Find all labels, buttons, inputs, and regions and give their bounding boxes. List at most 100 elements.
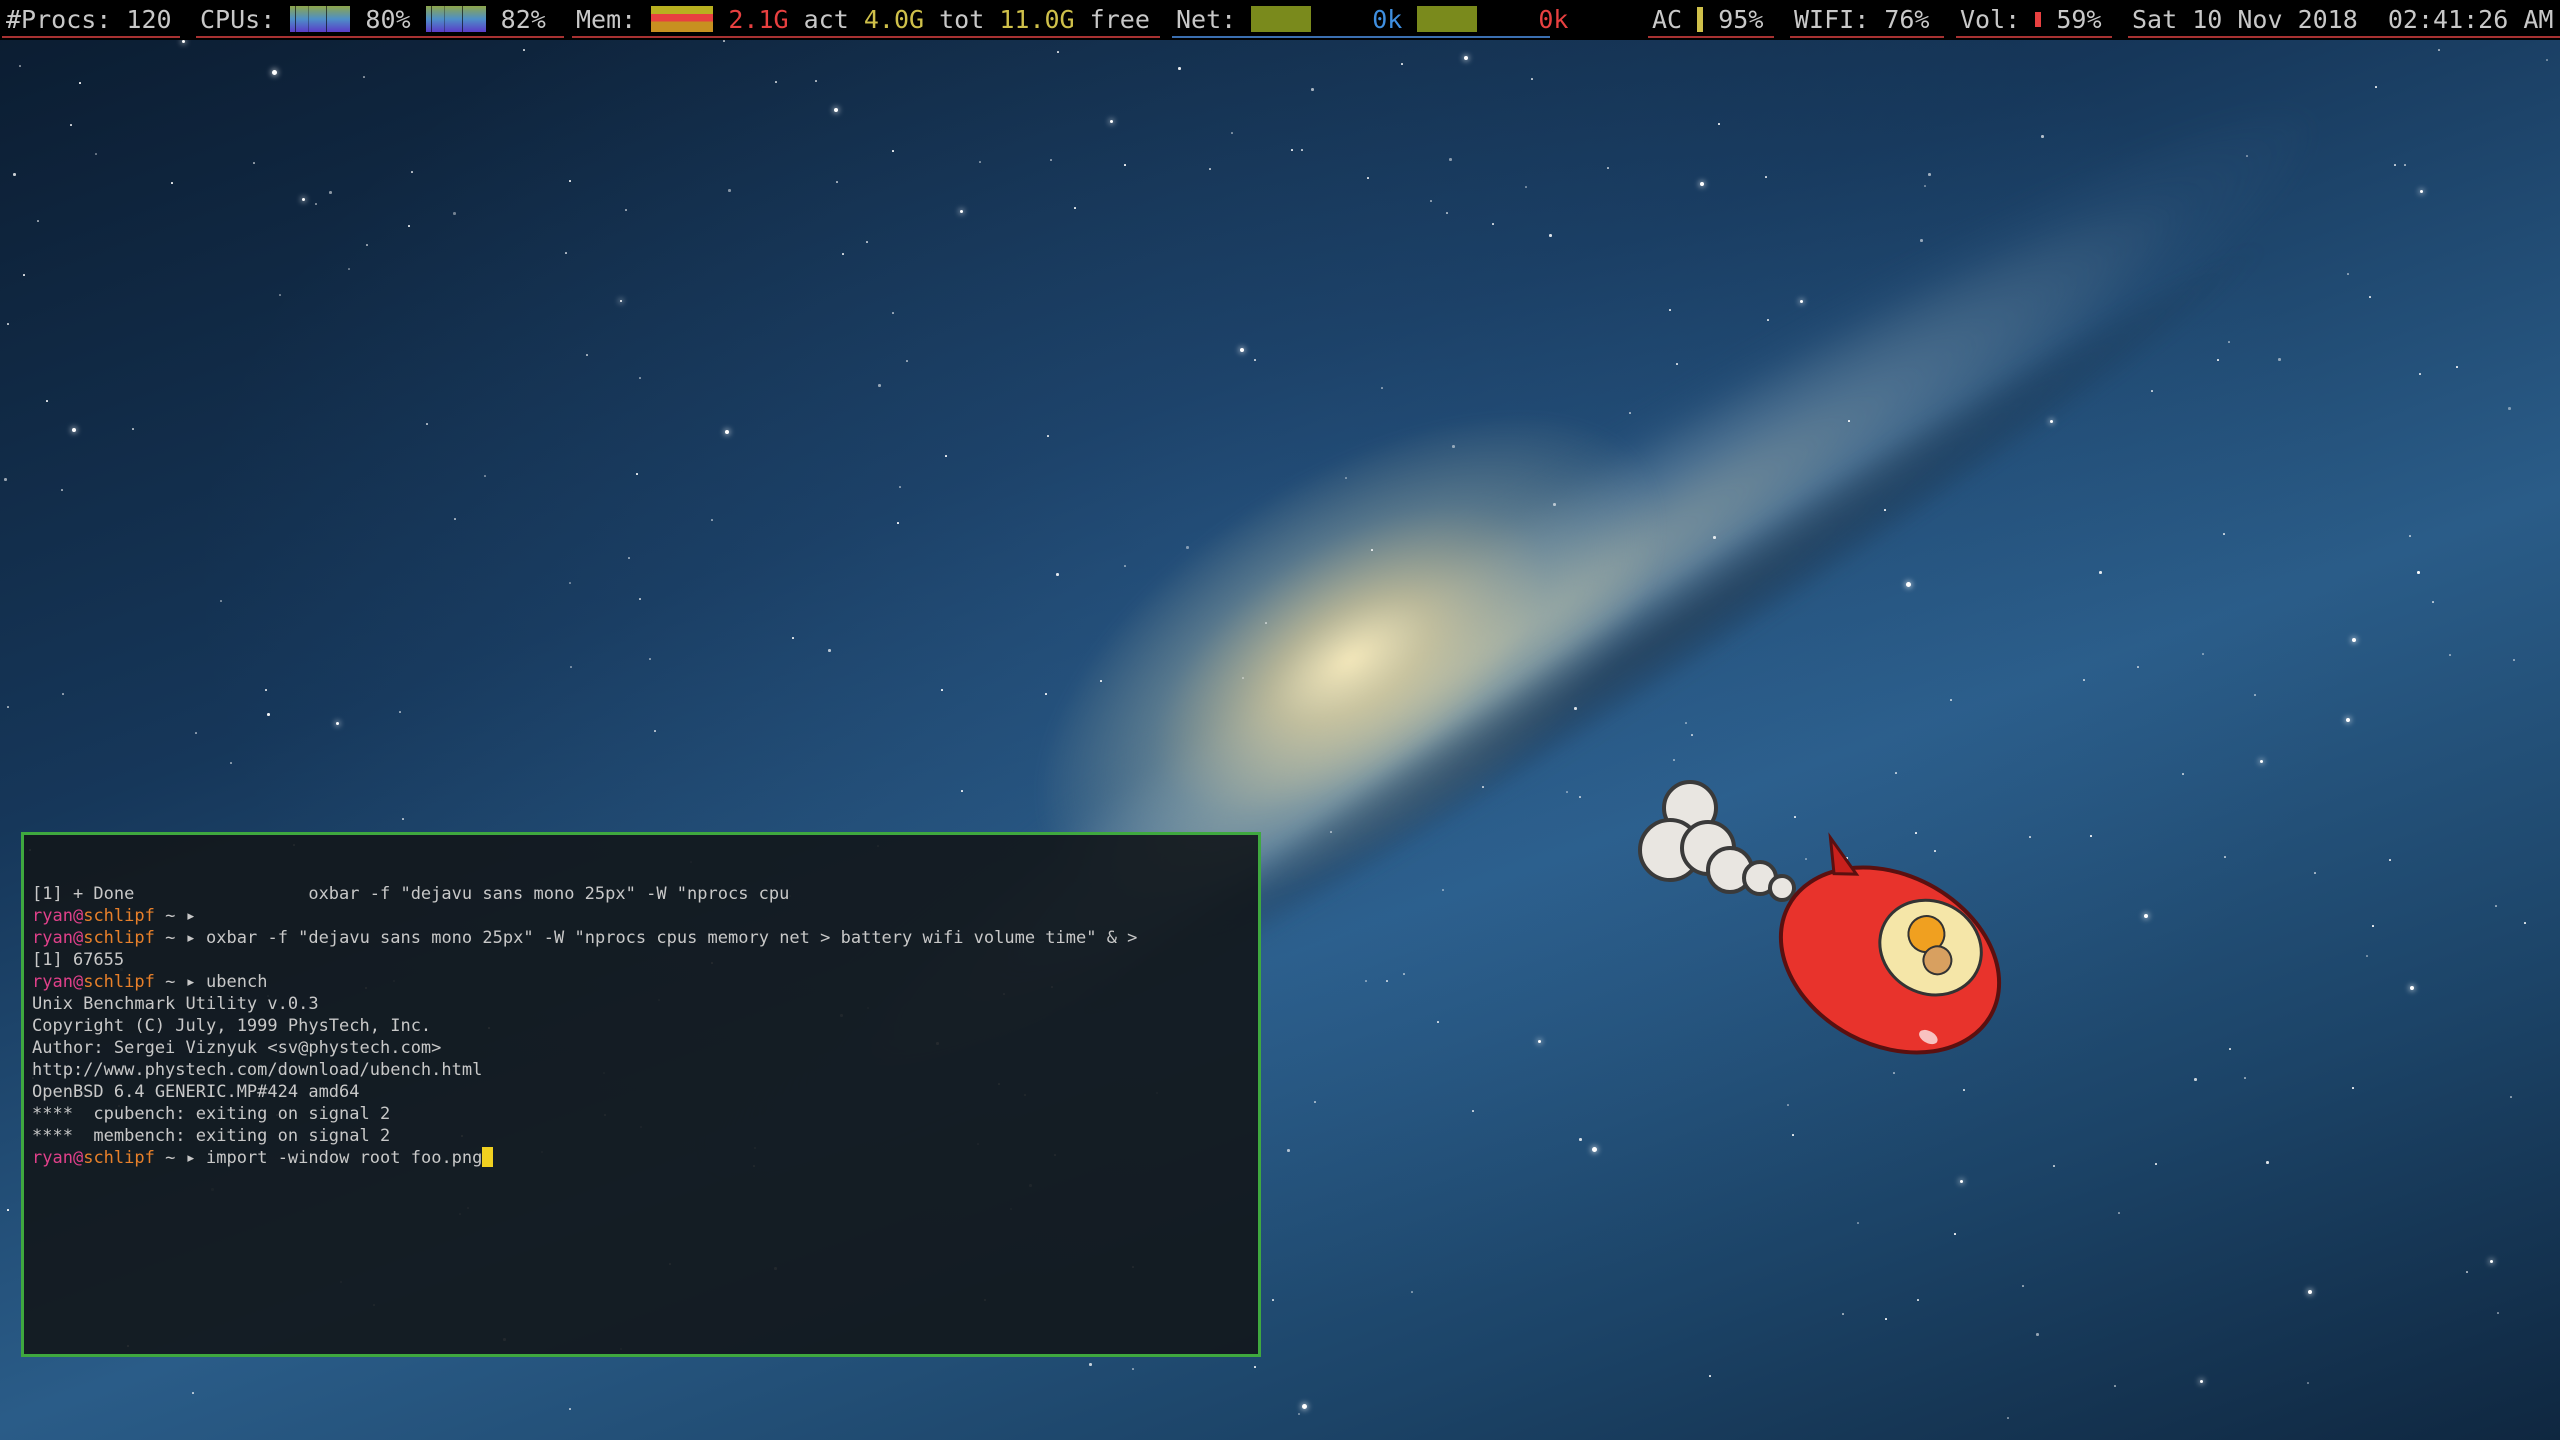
terminal-output[interactable]: [1] + Done oxbar -f "dejavu sans mono 25… xyxy=(32,883,1250,1169)
star xyxy=(1928,173,1931,176)
wifi-value: 76% xyxy=(1884,5,1930,34)
star xyxy=(1298,1413,1300,1415)
net-in-value: 0k xyxy=(1372,5,1403,34)
star xyxy=(1430,200,1432,202)
star xyxy=(7,323,9,325)
terminal-output-line: Unix Benchmark Utility v.0.3 xyxy=(32,994,319,1014)
star xyxy=(1709,1375,1711,1377)
star xyxy=(1254,1366,1256,1368)
terminal-window[interactable]: [1] + Done oxbar -f "dejavu sans mono 25… xyxy=(21,832,1261,1357)
star xyxy=(897,522,899,524)
star xyxy=(639,598,641,600)
prompt-command[interactable]: import -window root foo.png xyxy=(206,1148,482,1168)
star xyxy=(1209,168,1211,170)
star xyxy=(1482,786,1484,788)
star xyxy=(1089,1363,1092,1366)
star xyxy=(171,182,173,184)
mem-total-value: 4.0G xyxy=(863,5,925,34)
prompt-tail: ~ ▸ xyxy=(154,928,207,948)
star xyxy=(2449,654,2451,656)
star xyxy=(878,384,881,387)
mem-free-value: 11.0G xyxy=(999,5,1075,34)
star xyxy=(2244,1077,2246,1079)
terminal-prompt-line: ryan@schlipf ~ ▸ xyxy=(32,905,1250,927)
star xyxy=(892,150,894,152)
star xyxy=(1954,1233,1956,1235)
procs-label: #Procs: xyxy=(6,5,112,34)
terminal-output-line: **** cpubench: exiting on signal 2 xyxy=(32,1104,391,1124)
star xyxy=(1924,185,1926,187)
text-cursor xyxy=(482,1147,494,1167)
star xyxy=(1291,149,1293,151)
star xyxy=(220,600,222,602)
star xyxy=(279,294,281,296)
cpus-label: CPUs: xyxy=(200,5,276,34)
star xyxy=(484,475,486,477)
star xyxy=(61,489,63,491)
star xyxy=(906,360,908,362)
terminal-output-line: [1] 67655 xyxy=(32,950,125,970)
star xyxy=(1765,176,1767,178)
star xyxy=(1330,831,1332,833)
star xyxy=(569,1408,571,1410)
star xyxy=(2369,296,2371,298)
star xyxy=(2118,1212,2120,1214)
star xyxy=(2228,341,2230,343)
prompt-at: @ xyxy=(72,928,84,948)
battery-widget: AC 95% xyxy=(1648,0,1774,38)
star xyxy=(1057,51,1059,53)
star xyxy=(192,1392,194,1394)
star xyxy=(182,40,185,43)
star xyxy=(2404,164,2406,166)
star xyxy=(620,300,622,302)
wifi-widget: WIFI: 76% xyxy=(1790,0,1944,38)
star xyxy=(1691,734,1693,736)
star xyxy=(1231,132,1233,134)
star xyxy=(1629,412,1631,414)
star xyxy=(569,180,571,182)
star xyxy=(1885,1318,1887,1320)
star xyxy=(1579,796,1581,798)
star xyxy=(1960,1180,1963,1183)
star xyxy=(1132,1368,1134,1370)
star xyxy=(728,189,731,192)
star xyxy=(941,689,943,691)
terminal-output-line: OpenBSD 6.4 GENERIC.MP#424 amd64 xyxy=(32,1082,360,1102)
net-out-value: 0k xyxy=(1538,5,1569,34)
star xyxy=(1607,167,1609,169)
star xyxy=(725,430,729,434)
star xyxy=(363,76,365,78)
star xyxy=(7,1209,9,1211)
star xyxy=(1367,177,1369,179)
star xyxy=(329,191,332,194)
star xyxy=(1446,212,1448,214)
ac-label: AC xyxy=(1652,5,1683,34)
cpu1-value: 80% xyxy=(365,5,411,34)
star xyxy=(265,689,267,691)
star xyxy=(1800,300,1803,303)
star xyxy=(2223,533,2225,535)
star xyxy=(2036,1333,2039,1336)
star xyxy=(2409,535,2411,537)
star xyxy=(2524,922,2526,924)
star xyxy=(2266,1161,2269,1164)
star xyxy=(586,354,588,356)
star xyxy=(95,153,97,155)
star xyxy=(1669,309,1671,311)
star xyxy=(1345,477,1347,479)
star xyxy=(628,557,630,559)
prompt-at: @ xyxy=(72,972,84,992)
star xyxy=(723,40,725,42)
star xyxy=(46,400,48,402)
star xyxy=(2372,925,2374,927)
star xyxy=(1525,186,1527,188)
star xyxy=(2254,694,2256,696)
star xyxy=(1056,573,1059,576)
star xyxy=(2137,666,2139,668)
star xyxy=(523,49,525,51)
star xyxy=(979,161,981,163)
star xyxy=(1371,549,1373,551)
star xyxy=(2508,407,2511,410)
prompt-user: ryan xyxy=(32,928,73,948)
star xyxy=(230,762,232,764)
